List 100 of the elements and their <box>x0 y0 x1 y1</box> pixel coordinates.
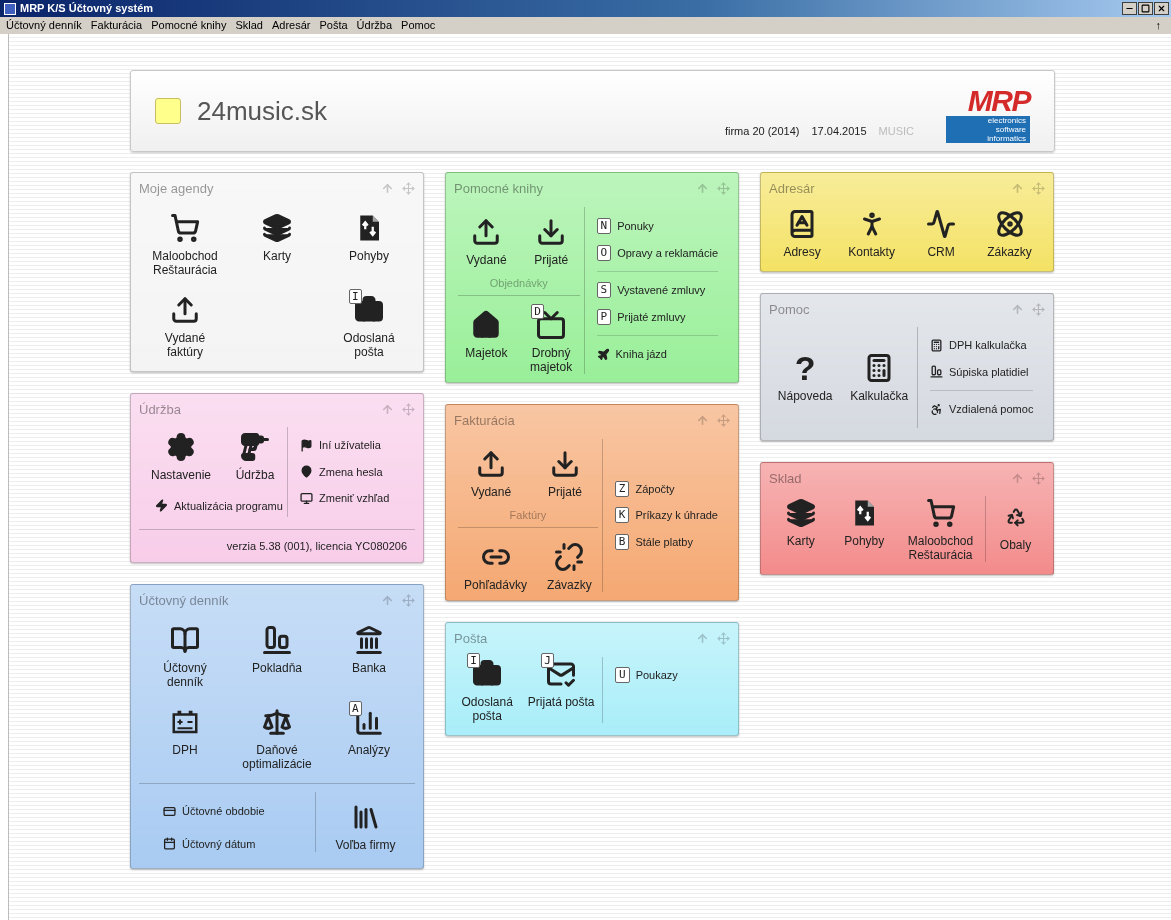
app-icon <box>4 2 16 15</box>
key-badge: U <box>615 666 630 683</box>
menu-item[interactable]: Pošta <box>319 17 348 34</box>
launcher-button[interactable]: Majetok <box>461 308 512 374</box>
menu-item[interactable]: Fakturácia <box>90 17 143 34</box>
launcher-button[interactable]: Karty <box>231 210 323 277</box>
firm-text: firma 20 (2014) <box>724 123 800 139</box>
maximize-icon <box>1141 4 1150 13</box>
key-badge: O <box>596 244 612 261</box>
minimize-button[interactable] <box>1122 2 1137 15</box>
cart-icon <box>170 212 200 243</box>
menu-link[interactable]: U Poukazy <box>615 666 678 683</box>
company-name: 24music.sk <box>197 94 328 128</box>
launcher-button[interactable]: Prijaté <box>527 214 576 267</box>
flag-icon <box>300 438 313 452</box>
menu-link[interactable]: N Ponuky <box>596 218 718 235</box>
menu-link[interactable]: Zmeniť vzhľad <box>300 490 390 507</box>
launcher-button[interactable]: Účtovný denník <box>139 622 231 689</box>
wheelchair-icon <box>930 402 943 416</box>
plane-icon <box>596 347 610 361</box>
launcher-button[interactable]: Obaly <box>991 500 1040 562</box>
key-badge: Z <box>614 480 630 497</box>
launcher-button[interactable]: Kalkulačka <box>846 351 913 404</box>
company-color-swatch <box>155 98 181 124</box>
panel-title: Pomoc <box>769 300 810 319</box>
launcher-button[interactable]: Zákazky <box>983 206 1036 259</box>
panel-title: Adresár <box>769 180 815 198</box>
launcher-button[interactable]: Maloobchod Reštaurácia <box>139 210 231 277</box>
launcher-button[interactable]: DPH <box>139 704 231 771</box>
launcher-button[interactable]: Pokladňa <box>231 622 323 689</box>
menu-link[interactable]: Zmena hesla <box>300 463 390 480</box>
scale-icon <box>262 706 292 737</box>
menu-link[interactable]: Iní užívatelia <box>300 437 390 454</box>
key-badge: B <box>614 533 630 550</box>
menu-item[interactable]: Adresár <box>271 17 311 34</box>
panel-title: Pošta <box>454 630 488 648</box>
menu-link[interactable]: K Príkazy k úhrade <box>614 507 718 524</box>
menu-item[interactable]: Sklad <box>235 17 263 34</box>
launcher-button[interactable]: CRM <box>917 206 966 259</box>
menu-link[interactable]: Vzdialená pomoc <box>930 401 1034 418</box>
menu-item[interactable]: Pomocné knihy <box>151 17 227 34</box>
key-badge: S <box>596 282 612 299</box>
atom-icon <box>994 208 1025 239</box>
menu-item[interactable]: Účtovný denník <box>6 17 82 34</box>
house-icon <box>471 310 502 340</box>
launcher-button[interactable]: Pohľadávky <box>460 540 531 592</box>
key-badge: I <box>467 652 480 668</box>
panel-title: Pomocné knihy <box>454 180 543 198</box>
launcher-button[interactable]: Údržba <box>231 429 279 482</box>
upload-icon <box>170 294 200 325</box>
drill-icon <box>240 431 270 462</box>
launcher-button[interactable]: Adresy <box>778 206 827 259</box>
key-badge: P <box>596 308 612 325</box>
lightning-icon <box>155 499 168 513</box>
recycle-icon <box>1005 507 1026 527</box>
section-caption: Faktúry <box>509 507 547 523</box>
bar-chart-icon <box>262 624 292 655</box>
panel-title: Účtovný denník <box>139 592 229 610</box>
launcher-button[interactable]: Nastavenie <box>147 429 216 482</box>
menu-link[interactable]: B Stále platby <box>614 533 718 550</box>
panel-title: Sklad <box>769 469 802 488</box>
launcher-button[interactable]: Prijaté <box>540 446 589 499</box>
menu-link[interactable]: Kniha jázd <box>596 346 718 363</box>
launcher-button[interactable]: Pohyby <box>323 210 415 277</box>
menu-link[interactable]: P Prijaté zmluvy <box>596 308 718 325</box>
logo: MRP electronics software informatics <box>930 86 1030 143</box>
menu-link[interactable]: S Vystavené zmluvy <box>596 282 718 299</box>
launcher-button[interactable]: Závazky <box>543 540 596 592</box>
menu-link[interactable]: Účtovný dátum <box>163 835 315 852</box>
menu-link[interactable]: DPH kalkulačka <box>930 337 1034 354</box>
close-button[interactable] <box>1154 2 1169 15</box>
menu-link[interactable]: O Opravy a reklamácie <box>596 244 718 261</box>
key-badge: K <box>614 507 630 524</box>
menu-link[interactable]: Účtovné obdobie <box>163 803 315 820</box>
upload-icon <box>476 448 506 479</box>
launcher-button[interactable]: ? Nápoveda <box>773 351 837 404</box>
launcher-button[interactable]: Karty <box>776 496 825 562</box>
launcher-button[interactable]: Kontakty <box>844 206 899 259</box>
download-icon <box>549 448 580 479</box>
menu-link[interactable]: Aktualizácia programu <box>155 497 287 514</box>
monitor-icon <box>300 491 313 505</box>
launcher-button[interactable]: Vydané <box>462 214 511 267</box>
launcher-button[interactable]: Voľba firmy <box>331 799 400 852</box>
maximize-button[interactable] <box>1138 2 1153 15</box>
menu-item[interactable]: Údržba <box>356 17 393 34</box>
menu-link[interactable]: Z Zápočty <box>614 480 718 497</box>
launcher-button[interactable]: Daňové optimalizácie <box>231 704 323 771</box>
key-badge: N <box>596 218 612 235</box>
launcher-button[interactable]: Banka <box>323 622 415 689</box>
launcher-button[interactable]: Pohyby <box>840 496 889 562</box>
launcher-button[interactable]: Maloobchod Reštaurácia <box>903 496 978 562</box>
menu-item[interactable]: Pomoc <box>401 17 436 34</box>
key-badge: J <box>541 652 554 668</box>
launcher-button[interactable]: Vydané <box>466 446 516 499</box>
launcher-button[interactable]: Vydané faktúry <box>139 292 231 359</box>
upload-icon <box>471 216 502 247</box>
pulse-icon <box>926 208 957 239</box>
menu-link[interactable]: Súpiska platidiel <box>930 363 1034 380</box>
cart-icon <box>925 498 956 528</box>
scroll-arrow[interactable]: ↑ <box>1155 17 1165 34</box>
